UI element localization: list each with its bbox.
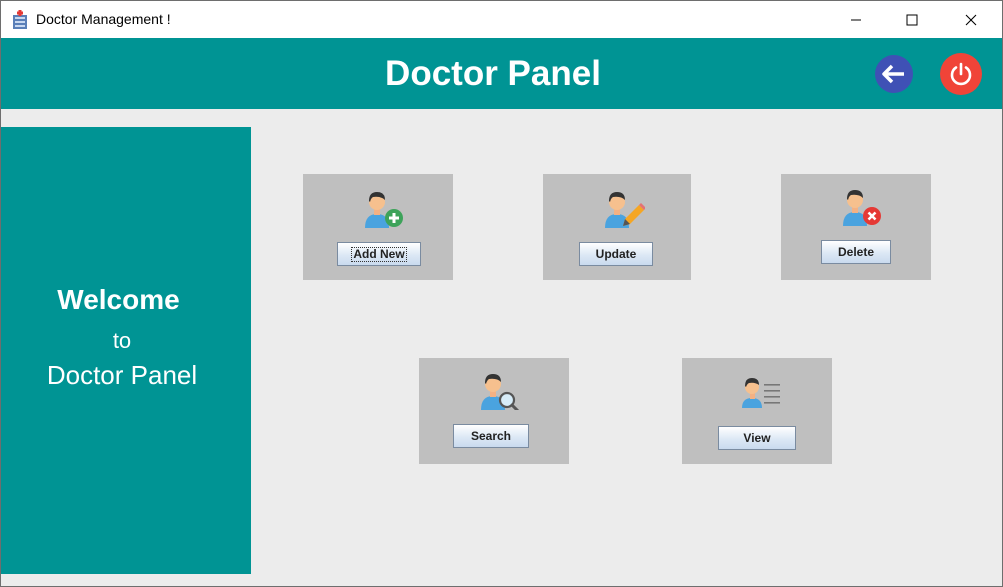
view-label: View: [743, 431, 771, 445]
delete-label: Delete: [837, 245, 875, 259]
welcome-panel-name: Doctor Panel: [46, 360, 198, 390]
view-user-icon: [742, 378, 780, 408]
update-label: Update: [595, 247, 637, 261]
tile-add-new: Add New: [303, 174, 453, 280]
close-icon: [965, 14, 977, 25]
search-button[interactable]: Search: [453, 424, 529, 448]
tile-update: Update: [543, 174, 691, 280]
update-button[interactable]: Update: [579, 242, 653, 266]
tile-search: Search: [419, 358, 569, 464]
power-icon: [950, 62, 972, 86]
power-button[interactable]: [940, 53, 982, 95]
minimize-icon: [851, 19, 861, 20]
view-button[interactable]: View: [718, 426, 796, 450]
edit-user-icon: [605, 192, 645, 228]
minimize-button[interactable]: [833, 1, 879, 38]
search-user-icon: [481, 374, 520, 410]
close-button[interactable]: [948, 1, 994, 38]
maximize-icon: [906, 14, 918, 25]
maximize-button[interactable]: [889, 1, 935, 38]
hospital-app-icon: [13, 10, 27, 29]
welcome-heading: Welcome: [57, 284, 180, 315]
search-label: Search: [470, 429, 512, 443]
page-title: Doctor Panel: [385, 54, 601, 93]
add-user-icon: [365, 192, 403, 228]
delete-button[interactable]: Delete: [821, 240, 891, 264]
arrow-left-icon: [882, 64, 904, 84]
back-button[interactable]: [875, 55, 913, 93]
delete-user-icon: [843, 190, 881, 226]
welcome-sidebar: Welcome to Doctor Panel: [1, 127, 251, 574]
welcome-to-text: to: [112, 328, 132, 353]
window-title: Doctor Management !: [36, 11, 171, 27]
add-new-button[interactable]: Add New: [337, 242, 421, 266]
tile-view: View: [682, 358, 832, 464]
tile-delete: Delete: [781, 174, 931, 280]
add-new-label: Add New: [351, 246, 407, 262]
header-bar: Doctor Panel: [1, 38, 1002, 109]
title-bar[interactable]: Doctor Management !: [1, 1, 1002, 38]
